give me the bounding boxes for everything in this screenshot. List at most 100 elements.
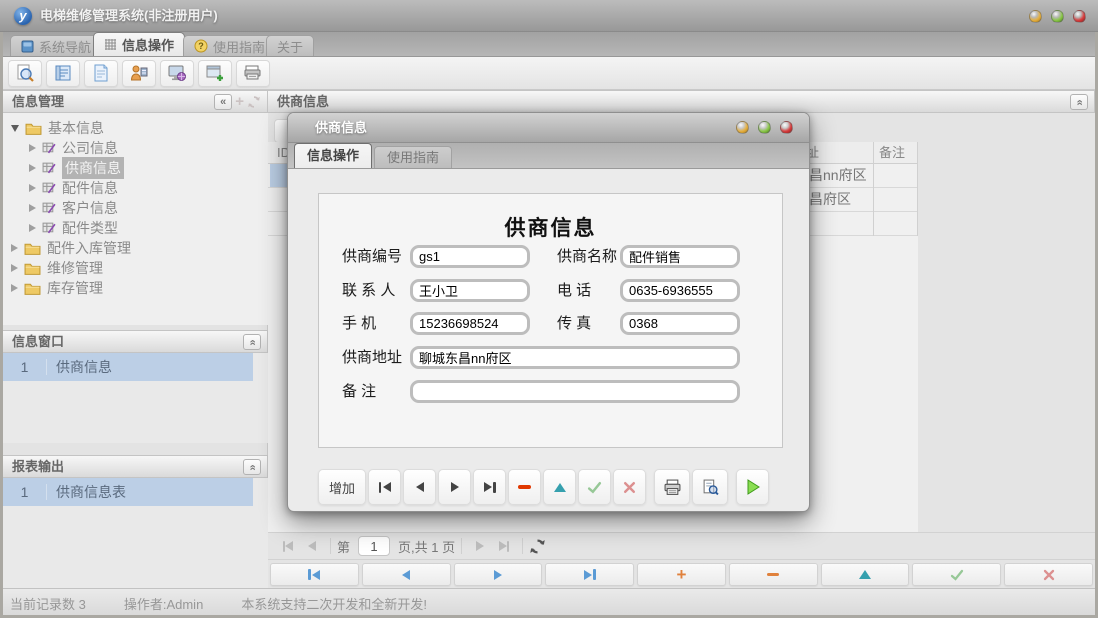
collapse-up-icon[interactable]: « <box>243 334 261 350</box>
expander-down-icon[interactable] <box>11 125 19 132</box>
search-document-button[interactable] <box>8 60 42 87</box>
page-prefix-label: 第 <box>337 537 350 556</box>
dialog-tab-info-operation[interactable]: 信息操作 <box>294 143 372 168</box>
maximize-button[interactable] <box>1051 10 1064 23</box>
add-icon[interactable]: + <box>235 94 244 110</box>
record-edit-button[interactable] <box>543 469 576 505</box>
column-divider <box>873 142 874 236</box>
expander-right-icon[interactable] <box>29 164 36 172</box>
field-label-address: 供商地址 <box>342 346 402 370</box>
tab-system-nav[interactable]: 系统导航 <box>10 35 102 56</box>
report-output-list: 1 供商信息表 <box>3 478 268 588</box>
expander-right-icon[interactable] <box>11 284 18 292</box>
tree-item-maintenance[interactable]: 维修管理 <box>3 258 268 278</box>
record-next-button[interactable] <box>438 469 471 505</box>
supplier-name-input[interactable] <box>620 245 740 268</box>
expander-right-icon[interactable] <box>11 264 18 272</box>
refresh-icon[interactable] <box>529 538 546 555</box>
dialog-maximize-button[interactable] <box>758 121 771 134</box>
tree-item-label: 客户信息 <box>62 198 118 218</box>
dialog-tab-user-guide[interactable]: 使用指南 <box>374 146 452 168</box>
record-first-button[interactable] <box>368 469 401 505</box>
collapse-left-icon[interactable]: « <box>214 94 232 110</box>
page-next-button[interactable] <box>468 535 492 557</box>
nav-remove-button[interactable] <box>729 563 818 586</box>
collapse-up-icon[interactable]: « <box>1070 94 1088 110</box>
page-number-input[interactable] <box>358 536 390 556</box>
status-bar: 当前记录数 3 操作者:Admin 本系统支持二次开发和全新开发! <box>0 588 1098 618</box>
fax-input[interactable] <box>620 312 740 335</box>
nav-last-button[interactable] <box>545 563 634 586</box>
monitor-globe-button[interactable] <box>160 60 194 87</box>
document-button[interactable] <box>84 60 118 87</box>
record-cancel-button[interactable] <box>613 469 646 505</box>
nav-first-button[interactable] <box>270 563 359 586</box>
panel-title: 供商信息 <box>277 94 329 109</box>
record-prev-button[interactable] <box>403 469 436 505</box>
list-item[interactable]: 1 供商信息 <box>3 353 253 381</box>
supplier-info-dialog: 供商信息 信息操作 使用指南 供商信息 供商编号 供商名称 联 系 人 电 话 … <box>287 112 810 512</box>
page-last-button[interactable] <box>492 535 516 557</box>
minimize-button[interactable] <box>1029 10 1042 23</box>
dialog-close-button[interactable] <box>780 121 793 134</box>
expander-right-icon[interactable] <box>29 144 36 152</box>
tree-item-label: 公司信息 <box>62 138 118 158</box>
expander-right-icon[interactable] <box>29 204 36 212</box>
collapse-up-icon[interactable]: « <box>243 459 261 475</box>
supplier-code-input[interactable] <box>410 245 530 268</box>
divider <box>330 538 331 554</box>
nav-prev-button[interactable] <box>362 563 451 586</box>
check-icon <box>950 568 964 582</box>
nav-next-button[interactable] <box>454 563 543 586</box>
printer-tray-button[interactable] <box>236 60 270 87</box>
tree-item-parts-type[interactable]: 配件类型 <box>3 218 268 238</box>
tree-item-inventory[interactable]: 库存管理 <box>3 278 268 298</box>
x-icon <box>622 480 637 495</box>
page-prev-button[interactable] <box>300 535 324 557</box>
dialog-title-bar[interactable]: 供商信息 <box>288 113 809 143</box>
tree-item-label: 配件类型 <box>62 218 118 238</box>
tab-about[interactable]: 关于 <box>266 35 314 56</box>
nav-cancel-button[interactable] <box>1004 563 1093 586</box>
tree-item-supplier-info[interactable]: 供商信息 <box>3 158 268 178</box>
expander-right-icon[interactable] <box>29 224 36 232</box>
address-input[interactable] <box>410 346 740 369</box>
print-button[interactable] <box>654 469 690 505</box>
list-item[interactable]: 1 供商信息表 <box>3 478 253 506</box>
info-window-list: 1 供商信息 <box>3 353 268 443</box>
main-toolbar <box>0 57 1098 90</box>
add-record-button[interactable]: 增加 <box>318 469 366 505</box>
contact-input[interactable] <box>410 279 530 302</box>
new-window-button[interactable] <box>198 60 232 87</box>
report-output-panel-header: 报表输出 « <box>3 455 268 478</box>
tree-item-customer-info[interactable]: 客户信息 <box>3 198 268 218</box>
mobile-input[interactable] <box>410 312 530 335</box>
record-delete-button[interactable] <box>508 469 541 505</box>
report-list-button[interactable] <box>46 60 80 87</box>
phone-input[interactable] <box>620 279 740 302</box>
expander-right-icon[interactable] <box>29 184 36 192</box>
print-preview-button[interactable] <box>692 469 728 505</box>
tree-item-company-info[interactable]: 公司信息 <box>3 138 268 158</box>
dialog-minimize-button[interactable] <box>736 121 749 134</box>
nav-add-button[interactable]: + <box>637 563 726 586</box>
field-label-fax: 传 真 <box>557 312 591 336</box>
page-first-button[interactable] <box>276 535 300 557</box>
record-ok-button[interactable] <box>578 469 611 505</box>
nav-ok-button[interactable] <box>912 563 1001 586</box>
form-tool-icon <box>42 141 56 155</box>
tab-user-guide[interactable]: ? 使用指南 <box>183 35 276 56</box>
nav-edit-button[interactable] <box>821 563 910 586</box>
tree-item-parts-inbound[interactable]: 配件入库管理 <box>3 238 268 258</box>
run-report-button[interactable] <box>736 469 769 505</box>
tree-item-parts-info[interactable]: 配件信息 <box>3 178 268 198</box>
record-last-button[interactable] <box>473 469 506 505</box>
refresh-icon[interactable] <box>247 95 261 109</box>
tab-info-operation[interactable]: 信息操作 <box>93 32 185 56</box>
note-input[interactable] <box>410 380 740 403</box>
tree-item-basic-info[interactable]: 基本信息 <box>3 118 268 138</box>
expander-right-icon[interactable] <box>11 244 18 252</box>
close-button[interactable] <box>1073 10 1086 23</box>
column-header-note[interactable]: 备注 <box>879 142 905 164</box>
operator-board-button[interactable] <box>122 60 156 87</box>
